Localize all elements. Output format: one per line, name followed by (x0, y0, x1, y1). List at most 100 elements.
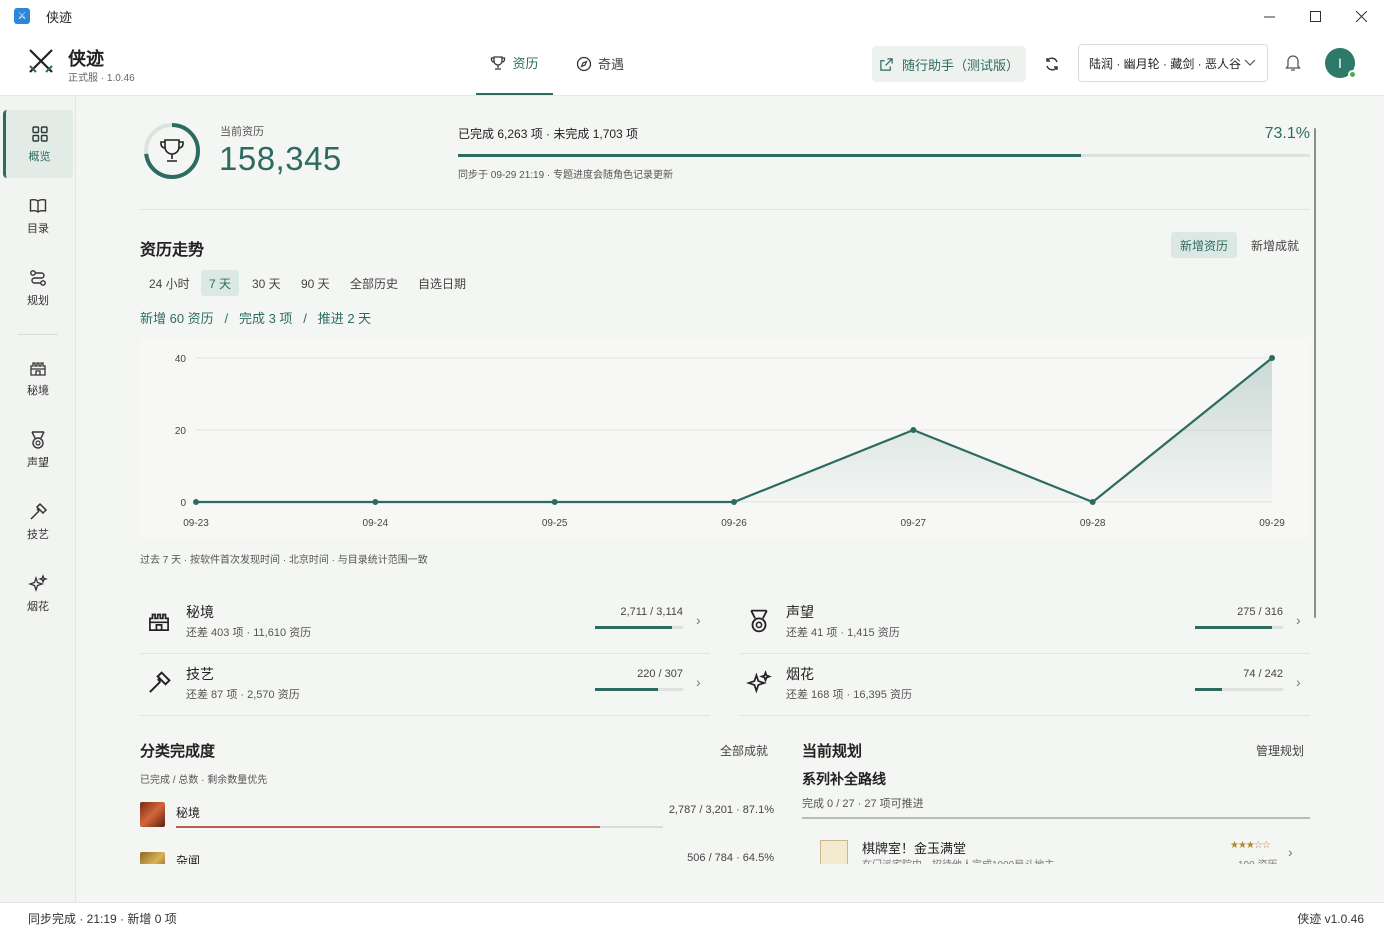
minimize-icon (1263, 16, 1275, 17)
category-progress-fill (595, 688, 659, 691)
category-progress-bar (1195, 688, 1283, 691)
close-icon (1355, 10, 1367, 22)
sidebar-item-plan[interactable]: 规划 (3, 254, 73, 322)
castle-icon (149, 613, 169, 631)
plan-item-stars: ★★★☆☆ (1230, 840, 1271, 851)
range-label: 全部历史 (350, 276, 399, 291)
tab-resume[interactable]: 资历 (476, 32, 553, 95)
trend-title: 资历走势 (140, 242, 205, 259)
classification-stat: 2,787 / 3,201 · 87.1% (668, 804, 774, 816)
current-resume-label: 当前资历 (220, 126, 264, 138)
sidebar-divider (18, 334, 58, 335)
maximize-button[interactable] (1292, 0, 1338, 32)
range-label: 自选日期 (418, 276, 467, 291)
x-tick-label: 09-29 (1259, 518, 1285, 529)
category-progress-fill (1195, 688, 1222, 691)
category-name: 烟花 (786, 666, 814, 682)
range-90d[interactable]: 90 天 (293, 270, 338, 296)
current-resume-value: 158,345 (219, 140, 342, 177)
range-label: 24 小时 (149, 276, 190, 291)
range-all-history[interactable]: 全部历史 (342, 270, 406, 296)
bell-icon (1285, 55, 1301, 71)
data-point (1269, 355, 1275, 361)
classification-row[interactable]: 秘境 2,787 / 3,201 · 87.1% (140, 802, 774, 842)
chevron-right-icon: › (1296, 674, 1301, 690)
compass-icon (576, 56, 592, 71)
progress-ring (144, 123, 200, 179)
app-version: 侠迹 v1.0.46 (1297, 912, 1364, 926)
category-name: 技艺 (186, 666, 214, 682)
range-30d[interactable]: 30 天 (244, 270, 289, 296)
toggle-new-achievement[interactable]: 新增成就 (1242, 232, 1308, 258)
category-count: 2,711 / 3,114 (620, 606, 683, 618)
all-achievements-link[interactable]: 全部成就 (720, 742, 768, 759)
hammer-icon (30, 502, 48, 520)
mahjong-tile-icon (820, 840, 848, 864)
category-progress-bar (595, 626, 683, 629)
assistant-button[interactable]: 随行助手（测试版） (872, 46, 1026, 82)
category-remaining: 还差 87 项 · 2,570 资历 (186, 689, 300, 701)
range-custom-date[interactable]: 自选日期 (410, 270, 474, 296)
category-card-dungeon[interactable]: 秘境 还差 403 项 · 11,610 资历 2,711 / 3,114 › (140, 592, 710, 654)
sidebar-item-overview[interactable]: 概览 (3, 110, 73, 178)
sidebar-item-craft[interactable]: 技艺 (3, 488, 73, 556)
toggle-label: 新增成就 (1251, 238, 1300, 253)
sidebar-item-fireworks[interactable]: 烟花 (3, 560, 73, 628)
category-progress-bar (1195, 626, 1283, 629)
chevron-right-icon: › (1288, 844, 1293, 860)
data-point (910, 427, 917, 433)
sync-status: 同步完成 · 21:19 · 新增 0 项 (28, 912, 177, 926)
tab-encounter[interactable]: 奇遇 (576, 32, 624, 95)
sidebar-item-label: 规划 (27, 295, 49, 307)
chevron-down-icon (1244, 59, 1256, 66)
avatar[interactable]: I (1325, 48, 1357, 79)
sidebar-item-label: 目录 (27, 223, 49, 235)
x-tick-label: 09-24 (363, 518, 389, 529)
completion-percent: 73.1% (1264, 125, 1310, 142)
category-card-fireworks[interactable]: 烟花 还差 168 项 · 16,395 资历 74 / 242 › (740, 654, 1310, 716)
data-point (372, 499, 379, 505)
category-progress-fill (1195, 626, 1272, 629)
completion-summary: 已完成 6,263 项 · 未完成 1,703 项 (458, 127, 639, 141)
sidebar-item-dungeon[interactable]: 秘境 (3, 344, 73, 412)
classification-note: 已完成 / 总数 · 剩余数量优先 (140, 775, 268, 786)
range-7d[interactable]: 7 天 (201, 270, 240, 296)
category-progress-bar (595, 688, 683, 691)
classification-name: 杂闻 (176, 854, 201, 864)
category-card-reputation[interactable]: 声望 还差 41 项 · 1,415 资历 275 / 316 › (740, 592, 1310, 654)
scrollbar[interactable] (1314, 128, 1316, 618)
data-point (193, 499, 199, 505)
app-icon: ⚔ (14, 8, 30, 24)
manage-plan-link[interactable]: 管理规划 (1256, 742, 1304, 759)
plan-divider (802, 817, 1310, 819)
external-link-icon (880, 57, 893, 71)
sidebar-item-catalog[interactable]: 目录 (3, 182, 73, 250)
minimize-button[interactable] (1246, 0, 1292, 32)
x-tick-label: 09-26 (721, 518, 747, 529)
maximize-icon (1309, 10, 1321, 22)
y-tick-label: 20 (175, 426, 187, 437)
range-24h[interactable]: 24 小时 (141, 270, 198, 296)
sidebar-item-reputation[interactable]: 声望 (3, 416, 73, 484)
range-label: 90 天 (301, 276, 330, 291)
plan-item-desc: 在门派宅院中，招待他人完成1000局斗地主 (862, 856, 1054, 864)
book-icon (29, 199, 47, 213)
category-remaining: 还差 168 项 · 16,395 资历 (786, 689, 912, 701)
route-progress: 完成 0 / 27 · 27 项可推进 (802, 798, 924, 810)
window-title: 侠迹 (46, 9, 73, 25)
plan-item[interactable]: 棋牌室！金玉满堂 在门派宅院中，招待他人完成1000局斗地主 ★★★☆☆ 100… (802, 836, 1310, 864)
chevron-right-icon: › (1296, 612, 1301, 628)
sidebar-item-label: 声望 (27, 457, 49, 469)
character-select[interactable]: 陆润 · 幽月轮 · 藏剑 · 恶人谷 (1078, 44, 1268, 82)
crossed-swords-icon (29, 49, 53, 73)
plan-title: 当前规划 (802, 743, 863, 760)
classification-row[interactable]: 杂闻 506 / 784 · 64.5% (140, 850, 774, 864)
medal-icon (31, 431, 45, 449)
toggle-new-resume[interactable]: 新增资历 (1171, 232, 1238, 258)
category-card-craft[interactable]: 技艺 还差 87 项 · 2,570 资历 220 / 307 › (140, 654, 710, 716)
range-label: 7 天 (209, 276, 232, 291)
refresh-button[interactable] (1040, 52, 1064, 76)
sidebar: 概览 目录 规划 秘境 声望 技艺 烟花 (0, 96, 76, 902)
close-button[interactable] (1338, 0, 1384, 32)
notifications-button[interactable] (1284, 52, 1302, 75)
